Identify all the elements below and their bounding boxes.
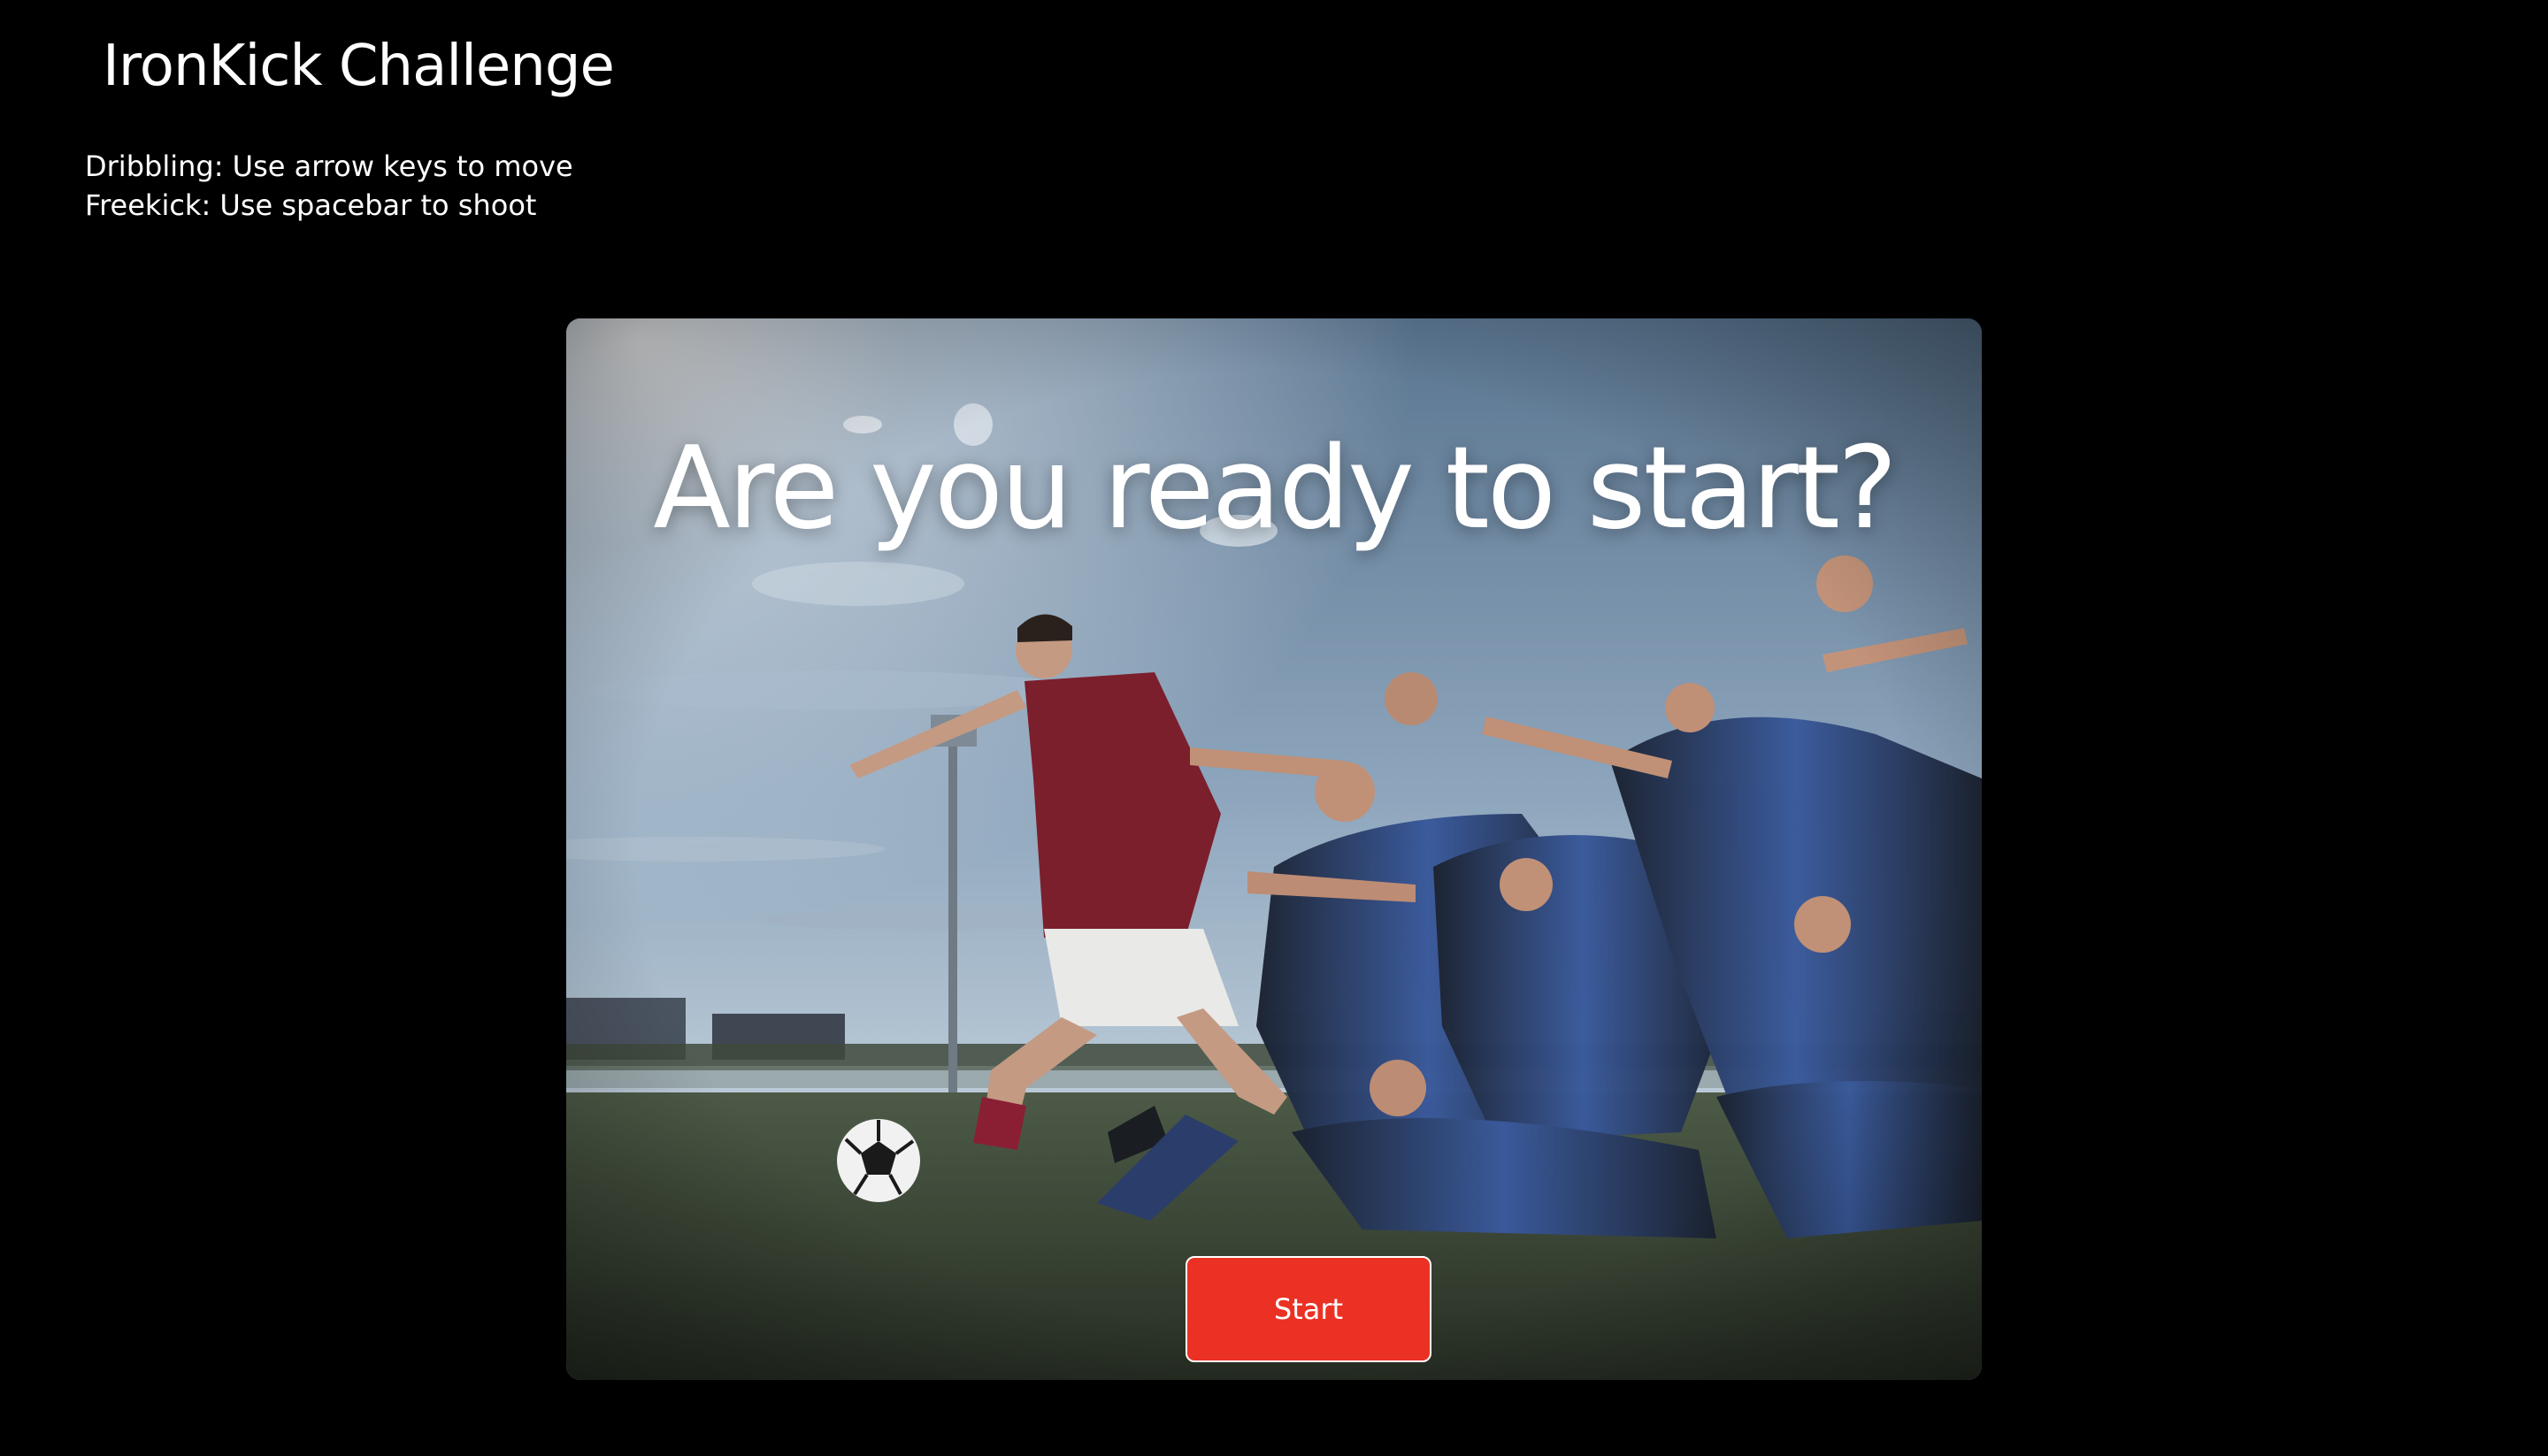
game-start-panel: Are you ready to start? Start xyxy=(566,318,1982,1380)
start-button[interactable]: Start xyxy=(1186,1256,1431,1362)
page: IronKick Challenge Dribbling: Use arrow … xyxy=(0,0,2548,1456)
start-headline: Are you ready to start? xyxy=(653,423,1898,555)
instructions: Dribbling: Use arrow keys to move Freeki… xyxy=(85,147,573,225)
freekick-instruction: Freekick: Use spacebar to shoot xyxy=(85,188,537,222)
app-title: IronKick Challenge xyxy=(103,34,615,99)
dribbling-instruction: Dribbling: Use arrow keys to move xyxy=(85,149,573,183)
